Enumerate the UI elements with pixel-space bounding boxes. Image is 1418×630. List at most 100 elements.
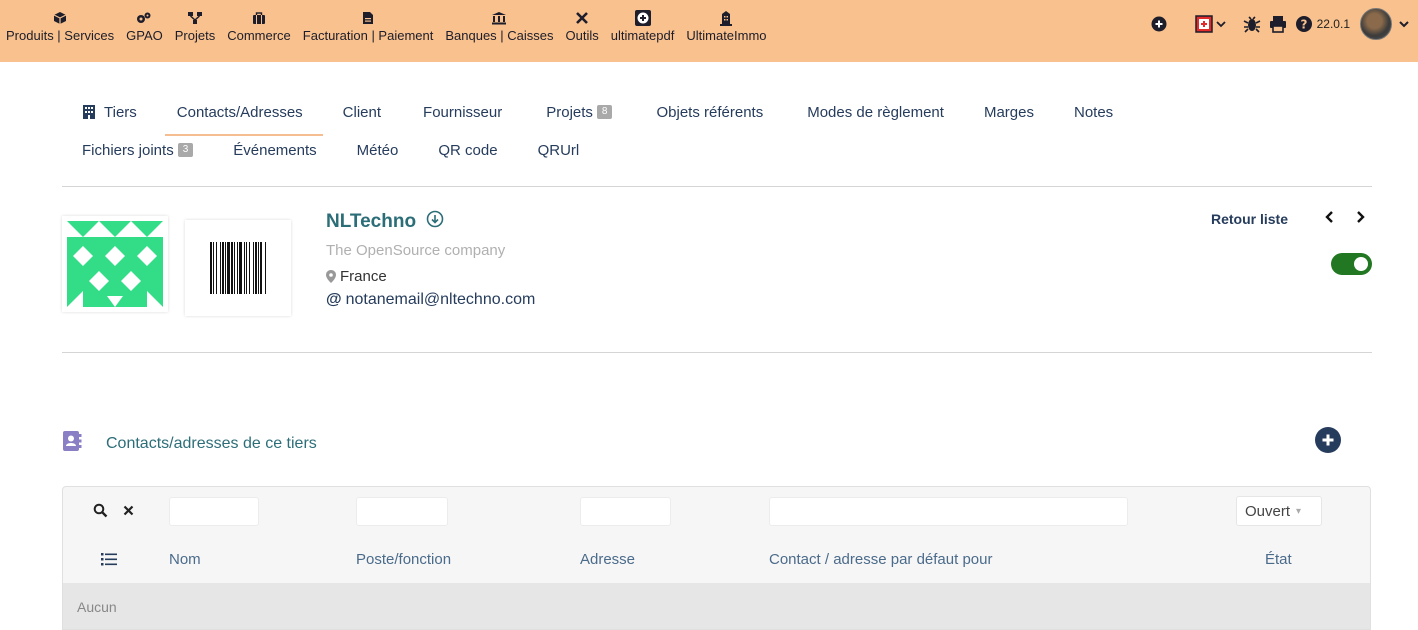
filter-nom-input[interactable] — [169, 497, 259, 526]
top-menu-bar: Produits | Services GPAO Projets Commerc… — [0, 0, 1418, 62]
record-navigation: Retour liste — [1211, 208, 1366, 229]
menu-label: Produits | Services — [6, 28, 115, 43]
tab-objets-referents[interactable]: Objets référents — [632, 88, 783, 136]
ultimatepdf-dropdown[interactable] — [1194, 15, 1229, 33]
tab-notes[interactable]: Notes — [1054, 88, 1133, 136]
filter-contact-default-input[interactable] — [769, 497, 1128, 526]
cogs-icon — [134, 8, 154, 28]
tab-label: Fournisseur — [423, 103, 503, 121]
tab-modes-de-reglement[interactable]: Modes de règlement — [783, 88, 964, 136]
barcode — [185, 220, 291, 316]
caret-down-icon: ▾ — [1296, 505, 1302, 517]
user-avatar[interactable] — [1360, 8, 1392, 40]
tab-fournisseur[interactable]: Fournisseur — [401, 88, 522, 136]
svg-text:?: ? — [1300, 18, 1307, 32]
company-info: NLTechno The OpenSource company France @… — [326, 210, 535, 309]
filter-row: Ouvert ▾ — [63, 487, 1370, 535]
tab-meteo[interactable]: Météo — [337, 130, 419, 170]
menu-commerce[interactable]: Commerce — [221, 0, 297, 43]
section-title: Contacts/adresses de ce tiers — [62, 430, 317, 457]
divider — [62, 186, 1372, 187]
count-badge: 8 — [596, 105, 613, 119]
building-icon — [716, 8, 736, 28]
company-name-row: NLTechno — [326, 210, 535, 234]
cube-icon — [50, 8, 70, 28]
tab-marges[interactable]: Marges — [964, 88, 1054, 136]
chevron-down-icon[interactable] — [1398, 19, 1410, 29]
tab-label: Objets référents — [656, 103, 764, 121]
tab-label: Projets — [546, 103, 593, 121]
tab-label: QR code — [438, 141, 498, 159]
quick-add-icon[interactable] — [1151, 16, 1167, 32]
menu-produits-services[interactable]: Produits | Services — [0, 0, 120, 43]
contacts-table: Ouvert ▾ Nom Poste/fonction Adresse Cont… — [62, 486, 1371, 630]
tab-fichiers-joints[interactable]: Fichiers joints 3 — [62, 130, 213, 170]
map-marker-icon — [326, 270, 336, 283]
count-badge: 3 — [177, 143, 194, 157]
company-email-row: @ notanemail@nltechno.com — [326, 291, 535, 309]
status-filter-select[interactable]: Ouvert ▾ — [1236, 496, 1322, 526]
print-icon[interactable] — [1269, 15, 1287, 33]
status-toggle[interactable] — [1331, 253, 1372, 275]
column-header-etat[interactable]: État — [1265, 551, 1292, 568]
plus-square-icon — [633, 8, 653, 28]
menu-ultimatepdf[interactable]: ultimatepdf — [605, 0, 681, 43]
company-email[interactable]: notanemail@nltechno.com — [346, 291, 536, 309]
menu-gpao[interactable]: GPAO — [120, 0, 169, 43]
tab-contacts-adresses[interactable]: Contacts/Adresses — [157, 88, 323, 136]
tab-tiers[interactable]: Tiers — [62, 88, 157, 136]
company-slogan: The OpenSource company — [326, 242, 506, 259]
tab-qrurl[interactable]: QRUrl — [518, 130, 600, 170]
at-icon: @ — [326, 291, 342, 308]
invoice-icon — [358, 8, 378, 28]
menu-projets[interactable]: Projets — [169, 0, 221, 43]
tab-evenements[interactable]: Événements — [213, 130, 336, 170]
add-contact-button[interactable] — [1315, 427, 1341, 453]
menu-label: Commerce — [227, 28, 291, 43]
tab-client[interactable]: Client — [323, 88, 401, 136]
tab-qr-code[interactable]: QR code — [418, 130, 517, 170]
clear-filter-icon[interactable] — [123, 505, 134, 516]
menu-ultimateimmo[interactable]: UltimateImmo — [680, 0, 772, 43]
column-header-contact-default[interactable]: Contact / adresse par défaut pour — [769, 551, 992, 568]
back-to-list-link[interactable]: Retour liste — [1211, 211, 1288, 227]
column-header-adresse[interactable]: Adresse — [580, 551, 635, 568]
column-header-nom[interactable]: Nom — [169, 551, 201, 568]
bug-icon[interactable] — [1243, 15, 1261, 33]
filter-adresse-input[interactable] — [580, 497, 671, 526]
menu-facturation-paiement[interactable]: Facturation | Paiement — [297, 0, 440, 43]
tab-label: Contacts/Adresses — [176, 103, 303, 121]
empty-text: Aucun — [77, 599, 117, 615]
tab-label: Fichiers joints — [82, 141, 174, 159]
filter-poste-input[interactable] — [356, 497, 448, 526]
tools-icon — [572, 8, 592, 28]
bank-icon — [489, 8, 509, 28]
column-header-poste[interactable]: Poste/fonction — [356, 551, 451, 568]
barcode-bar — [265, 242, 267, 294]
menu-outils[interactable]: Outils — [560, 0, 605, 43]
company-logo[interactable] — [62, 216, 168, 312]
search-icon[interactable] — [93, 503, 108, 518]
empty-table-row: Aucun — [63, 583, 1370, 629]
company-country-row: France — [326, 268, 535, 285]
company-name: NLTechno — [326, 211, 417, 232]
suitcase-icon — [249, 8, 269, 28]
tab-label: Événements — [233, 141, 317, 159]
plus-icon — [1322, 434, 1334, 446]
next-record-button[interactable] — [1356, 208, 1366, 229]
previous-record-button[interactable] — [1324, 208, 1334, 229]
menu-label: Facturation | Paiement — [302, 28, 434, 43]
divider — [62, 352, 1372, 353]
column-selector-icon[interactable] — [101, 553, 117, 570]
tab-projets[interactable]: Projets 8 — [522, 88, 632, 136]
tab-label: QRUrl — [537, 141, 580, 159]
menu-label: GPAO — [126, 28, 163, 43]
menu-banques-caisses[interactable]: Banques | Caisses — [439, 0, 559, 43]
version-label: 22.0.1 — [1316, 17, 1350, 31]
tab-label: Tiers — [104, 103, 137, 121]
building-icon — [82, 104, 96, 120]
menu-label: Outils — [565, 28, 599, 43]
help-icon[interactable]: ? — [1295, 15, 1313, 33]
sitemap-icon — [185, 8, 205, 28]
download-circle-icon[interactable] — [426, 210, 444, 234]
